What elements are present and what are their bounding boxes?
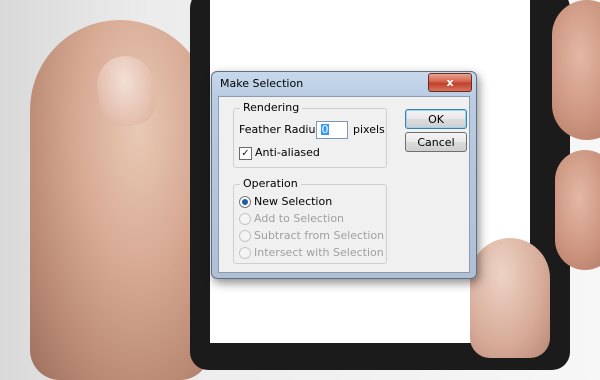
intersect-with-selection-radio[interactable] — [239, 247, 251, 259]
new-selection-radio[interactable] — [239, 196, 251, 208]
operation-group: Operation New Selection Add to Selection… — [233, 177, 387, 264]
rendering-group: Rendering Feather Radius: 0 pixels ✓ Ant… — [233, 101, 387, 168]
dialog-client-area: Rendering Feather Radius: 0 pixels ✓ Ant… — [218, 96, 470, 273]
background-right-finger-middle — [555, 150, 600, 270]
make-selection-dialog: Make Selection x Rendering Feather Radiu… — [211, 71, 477, 279]
add-to-selection-label[interactable]: Add to Selection — [254, 212, 344, 225]
feather-radius-label: Feather Radius: — [239, 123, 325, 136]
feather-unit-label: pixels — [353, 123, 385, 136]
rendering-group-title: Rendering — [240, 101, 303, 114]
dialog-title: Make Selection — [220, 77, 304, 90]
intersect-with-selection-label[interactable]: Intersect with Selection — [254, 246, 384, 259]
anti-aliased-label[interactable]: Anti-aliased — [255, 146, 320, 159]
cancel-button[interactable]: Cancel — [405, 132, 467, 152]
background-right-finger-top — [552, 0, 600, 140]
subtract-from-selection-radio[interactable] — [239, 230, 251, 242]
add-to-selection-radio[interactable] — [239, 213, 251, 225]
dialog-titlebar[interactable]: Make Selection x — [212, 72, 476, 96]
anti-aliased-checkbox[interactable]: ✓ — [239, 147, 252, 160]
ok-button[interactable]: OK — [405, 109, 467, 129]
close-icon: x — [446, 76, 454, 89]
background-bottom-thumb — [470, 238, 550, 358]
new-selection-label[interactable]: New Selection — [254, 195, 332, 208]
operation-group-title: Operation — [240, 177, 301, 190]
feather-radius-value: 0 — [321, 123, 329, 136]
feather-radius-input[interactable]: 0 — [316, 121, 348, 139]
subtract-from-selection-label[interactable]: Subtract from Selection — [254, 229, 384, 242]
close-button[interactable]: x — [428, 73, 472, 92]
